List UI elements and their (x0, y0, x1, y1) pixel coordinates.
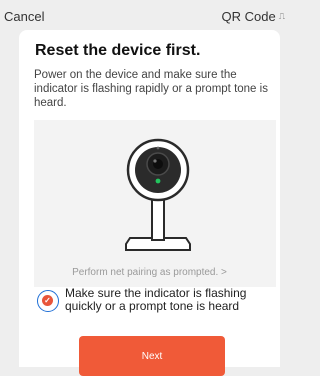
qr-code-button[interactable]: QR Code ⎍ (221, 9, 285, 24)
confirm-checkbox[interactable]: ✓ (37, 290, 59, 312)
net-pairing-link[interactable]: Perform net pairing as prompted. > (19, 267, 280, 278)
confirm-checkbox-label: Make sure the indicator is flashing quic… (65, 286, 247, 313)
qr-scan-icon: ⎍ (278, 11, 285, 21)
camera-icon (125, 138, 191, 251)
checkmark-icon: ✓ (42, 295, 53, 306)
instruction-text: Power on the device and make sure the in… (34, 69, 268, 109)
confirm-indicator-row[interactable]: ✓ Make sure the indicator is flashing qu… (37, 287, 277, 323)
top-bar: Cancel QR Code ⎍ (0, 0, 291, 30)
page-title: Reset the device first. (35, 42, 201, 59)
cancel-button[interactable]: Cancel (4, 9, 44, 24)
next-button[interactable]: Next (79, 336, 225, 376)
camera-device-illustration (34, 120, 276, 287)
reset-instructions-card: Reset the device first. Power on the dev… (19, 30, 280, 376)
qr-code-label: QR Code (221, 9, 276, 24)
